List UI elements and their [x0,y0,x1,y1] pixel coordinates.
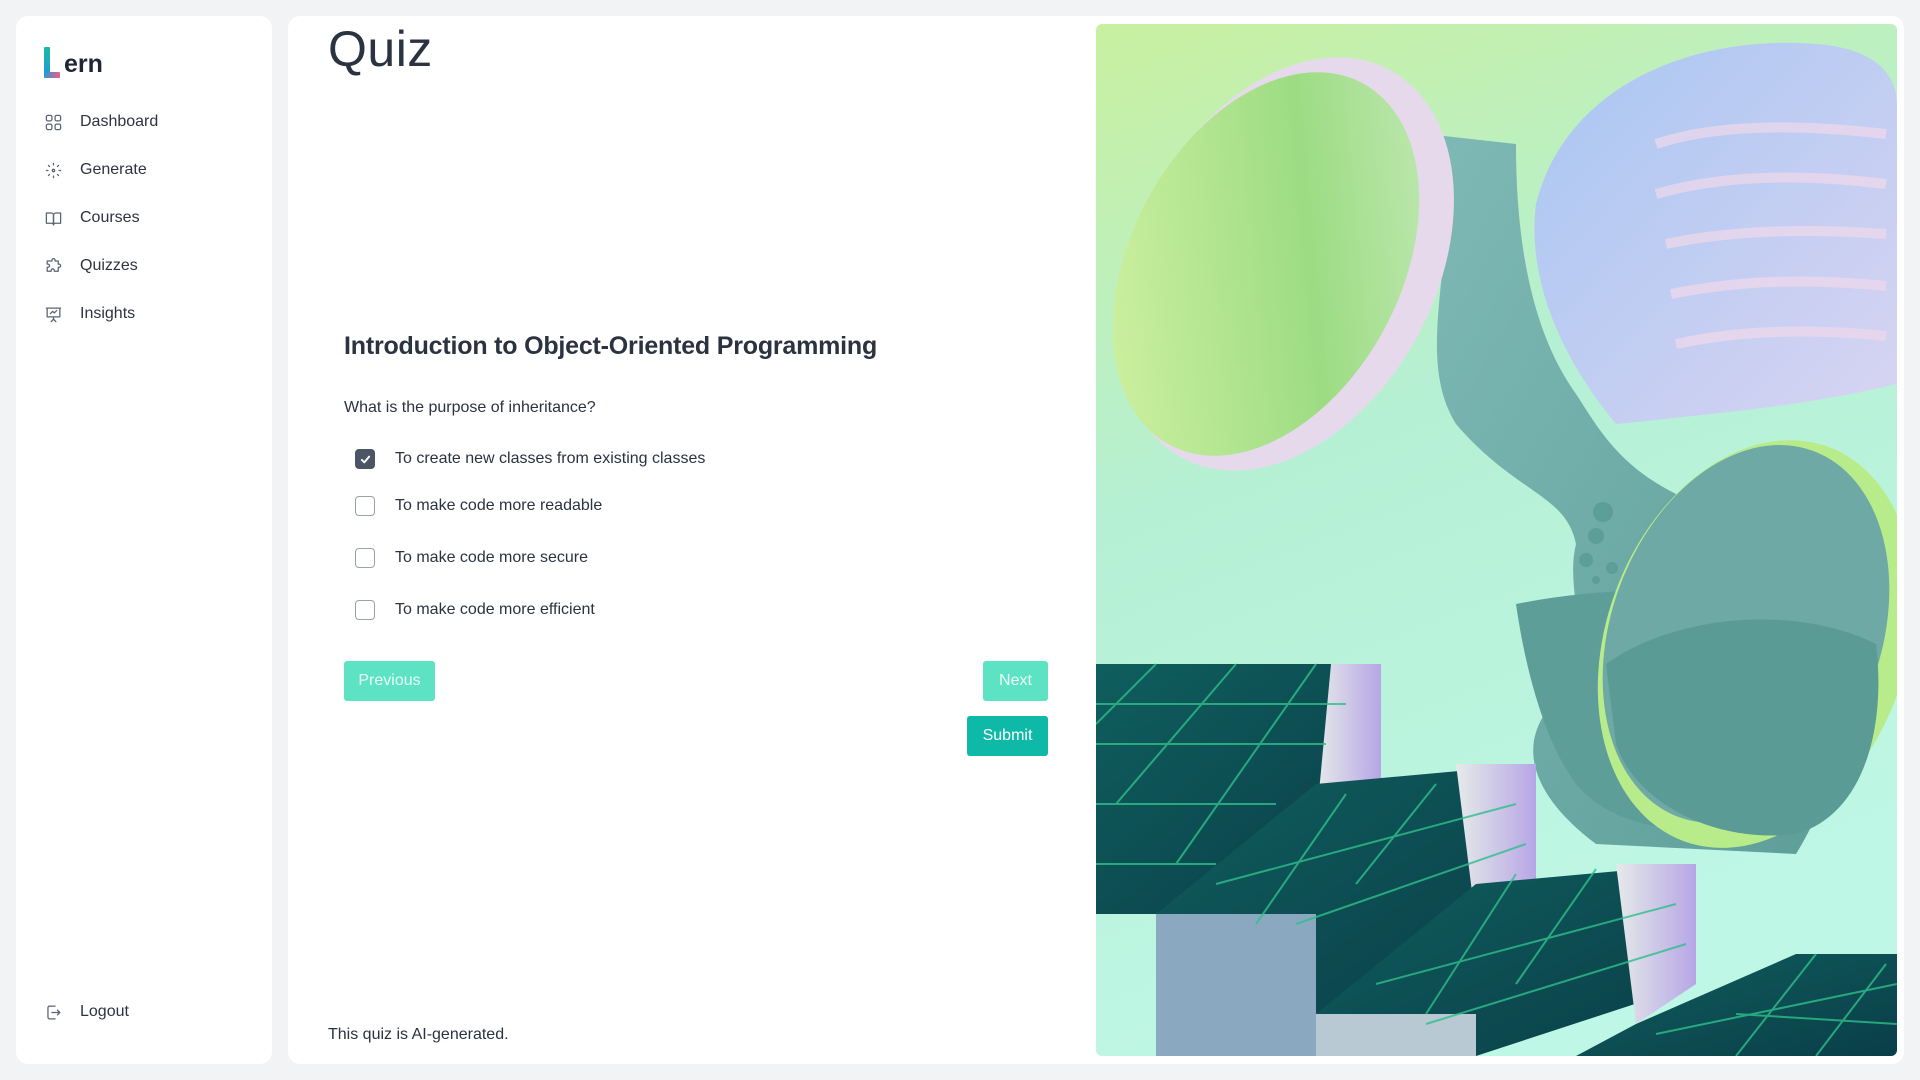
presentation-chart-icon [45,307,62,322]
logo-mark-icon [40,47,62,78]
quiz-title: Introduction to Object-Oriented Programm… [344,332,878,360]
decorative-illustration [1096,24,1897,1056]
answer-label: To make code more secure [395,549,588,566]
sidebar-item-label: Dashboard [80,113,159,130]
sidebar-item-insights[interactable]: Insights [16,290,272,338]
answer-label: To create new classes from existing clas… [395,450,706,467]
hourglass-stairs-illustration [1096,24,1897,1056]
answer-option[interactable]: To make code more readable [355,480,705,532]
sidebar-item-label: Quizzes [80,257,138,274]
logo-text: ern [64,50,103,78]
logout-icon [47,1005,61,1019]
previous-button[interactable]: Previous [344,661,435,701]
submit-button[interactable]: Submit [967,716,1048,756]
sidebar-item-label: Courses [80,209,140,226]
question-text: What is the purpose of inheritance? [344,399,596,416]
logout-label: Logout [80,1003,129,1020]
next-button[interactable]: Next [983,661,1048,701]
sidebar-item-dashboard[interactable]: Dashboard [16,98,272,146]
checkmark-icon [360,455,370,463]
page-title: Quiz [328,21,433,77]
answer-option[interactable]: To create new classes from existing clas… [355,438,705,480]
ai-generated-notice: This quiz is AI-generated. [328,1026,509,1043]
puzzle-icon [46,257,62,272]
logout-button[interactable]: Logout [16,988,272,1036]
dashboard-icon [45,114,62,130]
sidebar-item-generate[interactable]: Generate [16,146,272,194]
book-icon [45,211,62,225]
sidebar-item-label: Insights [80,305,136,322]
sidebar-nav: Dashboard Generate Courses Quizzes Insig… [16,98,272,338]
answer-checkbox[interactable] [355,548,375,568]
generate-icon [45,162,62,178]
answer-checkbox[interactable] [355,600,375,620]
app-logo[interactable]: ern [40,32,103,78]
sidebar-item-label: Generate [80,161,147,178]
answer-label: To make code more efficient [395,601,595,618]
main-panel: Quiz Introduction to Object-Oriented Pro… [288,16,1904,1064]
answer-checkbox[interactable] [355,496,375,516]
answer-options: To create new classes from existing clas… [355,438,705,636]
answer-option[interactable]: To make code more efficient [355,584,705,636]
answer-label: To make code more readable [395,497,603,514]
answer-checkbox-checked[interactable] [355,449,375,469]
answer-option[interactable]: To make code more secure [355,532,705,584]
sidebar-item-quizzes[interactable]: Quizzes [16,242,272,290]
sidebar: ern Dashboard Generate Courses Quizzes I… [16,16,272,1064]
sidebar-item-courses[interactable]: Courses [16,194,272,242]
